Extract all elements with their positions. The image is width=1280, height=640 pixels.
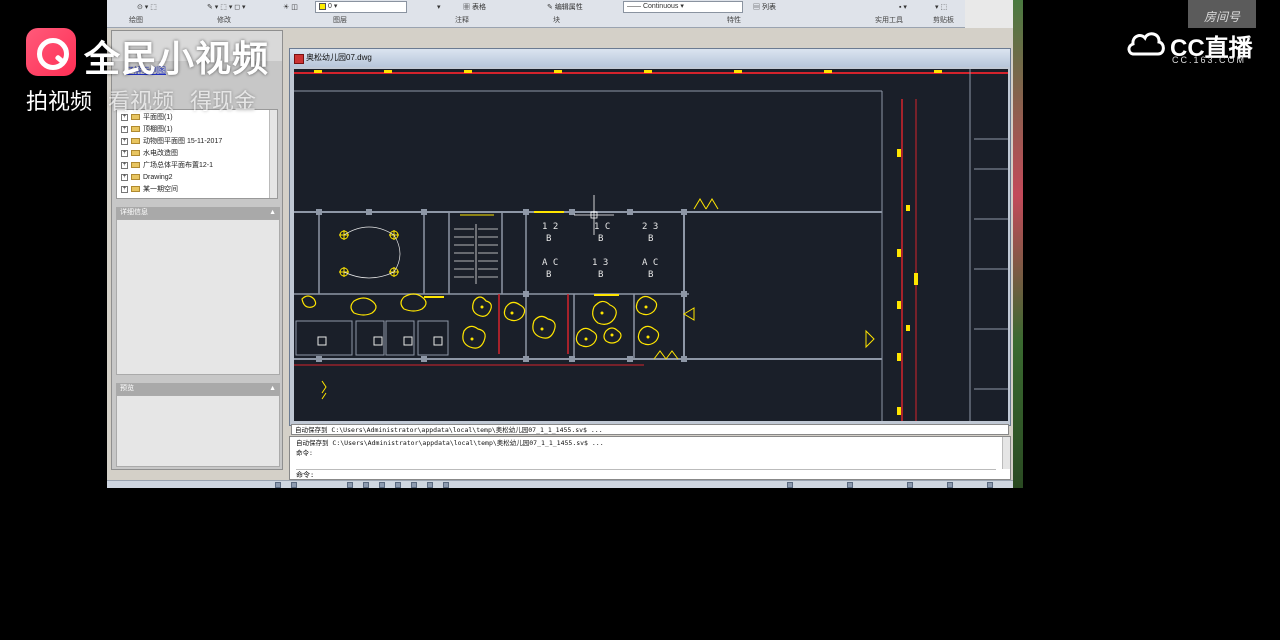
linetype-dropdown[interactable]: —— Continuous ▾ <box>623 1 743 13</box>
edit-attribute-button[interactable]: ✎ 编辑属性 <box>547 2 583 13</box>
tree-item[interactable]: + 广场总体平面布置12-1 <box>121 160 213 172</box>
svg-text:1 2: 1 2 <box>542 222 558 232</box>
ducs-icon[interactable] <box>411 482 417 488</box>
lineweight-icon[interactable] <box>443 482 449 488</box>
tree-item[interactable]: + 顶棚图(1) <box>121 124 173 136</box>
app-logo-icon <box>26 28 76 76</box>
tree-item[interactable]: + 动物图平面图 15-11-2017 <box>121 136 222 148</box>
svg-text:1 3: 1 3 <box>592 258 608 268</box>
preview-section-header[interactable]: 预览 ▲ <box>116 383 280 395</box>
svg-text:B: B <box>546 270 551 280</box>
command-history-line: 命令: <box>296 449 313 457</box>
drawing-canvas[interactable]: 1 2 1 C 2 3 B B B A C 1 3 A C B B B <box>294 69 1008 421</box>
workspace-icon[interactable] <box>907 482 913 488</box>
snap-icon[interactable] <box>275 482 281 488</box>
clipboard-icon[interactable]: ▾ ⬚ <box>935 2 947 13</box>
floor-plan-drawing: 1 2 1 C 2 3 B B B A C 1 3 A C B B B <box>294 69 1008 421</box>
preview-pane <box>116 395 280 467</box>
grid-icon[interactable] <box>291 482 297 488</box>
group-block: 块 <box>553 17 560 24</box>
desktop-edge <box>1013 0 1023 488</box>
svg-text:B: B <box>546 234 551 244</box>
app-watermark: 全民小视频 拍视频 看视频 得现金 <box>26 28 286 118</box>
layer-dropdown[interactable]: 0 ▾ <box>315 1 407 13</box>
osnap-icon[interactable] <box>379 482 385 488</box>
folder-icon <box>131 162 140 169</box>
slogan-item: 得现金 <box>190 89 257 114</box>
modify-tools-icon[interactable]: ✎ ▾ ⬚ ▾ ◻ ▾ <box>207 2 246 13</box>
group-draw: 绘图 <box>129 17 143 24</box>
status-bar <box>107 480 1023 488</box>
tree-item[interactable]: + Drawing2 <box>121 172 173 184</box>
slogan-item: 拍视频 <box>26 89 93 114</box>
tree-item[interactable]: + 某一期空间 <box>121 184 178 196</box>
group-layers: 图层 <box>333 17 347 24</box>
folder-icon <box>131 126 140 133</box>
list-label: 列表 <box>761 4 776 11</box>
polar-icon[interactable] <box>363 482 369 488</box>
tree-scrollbar[interactable] <box>269 110 277 198</box>
ortho-icon[interactable] <box>347 482 353 488</box>
detail-pane <box>116 219 280 375</box>
slogan-item: 看视频 <box>108 89 175 114</box>
drawing-title: 奥松幼儿园07.dwg <box>290 49 1010 67</box>
group-annotation: 注释 <box>455 17 469 24</box>
svg-text:B: B <box>598 270 603 280</box>
collapse-icon: ▲ <box>269 385 276 392</box>
group-properties: 特性 <box>727 17 741 24</box>
stream-domain-text: CC.163.COM <box>1172 55 1247 65</box>
command-history-line: 自动保存到 C:\Users\Administrator\appdata\loc… <box>291 424 1009 435</box>
folder-icon <box>131 174 140 181</box>
folder-tree: + 平面图(1) + 顶棚图(1) + 动物图平面图 15-11-2017 + 水电改造… <box>116 109 278 199</box>
brand-slogan: 拍视频 看视频 得现金 <box>26 84 272 116</box>
cloud-logo-icon <box>1127 32 1165 56</box>
model-icon[interactable] <box>787 482 793 488</box>
command-input[interactable]: 命令: <box>296 469 996 479</box>
utilities-icon[interactable]: ▪ ▾ <box>899 2 907 13</box>
tree-item[interactable]: + 水电改造图 <box>121 148 178 160</box>
otrack-icon[interactable] <box>395 482 401 488</box>
room-number-badge: 房间号 <box>1188 0 1256 28</box>
linetype-value: Continuous <box>642 3 679 10</box>
group-clipboard: 剪贴板 <box>933 17 954 24</box>
annotation-scale-icon[interactable] <box>847 482 853 488</box>
svg-text:1 C: 1 C <box>594 222 610 232</box>
command-history-line: 自动保存到 C:\Users\Administrator\appdata\loc… <box>296 439 604 447</box>
group-utilities: 实用工具 <box>875 17 903 24</box>
folder-icon <box>131 138 140 145</box>
svg-text:A C: A C <box>642 258 658 268</box>
layer-value: 0 <box>328 3 332 10</box>
edit-attribute-label: 编辑属性 <box>554 4 583 11</box>
list-button[interactable]: ▤ 列表 <box>753 2 776 13</box>
collapse-icon: ▲ <box>269 209 276 216</box>
drawing-window: 奥松幼儿园07.dwg 1 2 1 C 2 3 B B B A C 1 3 A … <box>289 48 1011 426</box>
svg-text:B: B <box>598 234 603 244</box>
table-label: 表格 <box>471 4 486 11</box>
svg-text:2 3: 2 3 <box>642 222 658 232</box>
svg-text:A C: A C <box>542 258 558 268</box>
folder-icon <box>131 150 140 157</box>
group-modify: 修改 <box>217 17 231 24</box>
layer-bulb-icon[interactable]: ☀ ◫ <box>283 2 298 13</box>
draw-tools-icon[interactable]: ⊙ ▾ ⬚ <box>137 2 157 13</box>
svg-text:B: B <box>648 234 653 244</box>
dyn-icon[interactable] <box>427 482 433 488</box>
svg-text:B: B <box>648 270 653 280</box>
command-scrollbar[interactable] <box>1002 437 1010 469</box>
stream-watermark: 房间号 CC直播 CC.163.COM <box>1126 0 1266 70</box>
table-button[interactable]: ▦ 表格 <box>463 2 486 13</box>
lock-icon[interactable] <box>947 482 953 488</box>
detail-section-header[interactable]: 详细信息 ▲ <box>116 207 280 219</box>
command-window: 自动保存到 C:\Users\Administrator\appdata\loc… <box>289 436 1011 480</box>
ribbon-toolbar: ⊙ ▾ ⬚ ✎ ▾ ⬚ ▾ ◻ ▾ ☀ ◫ 0 ▾ ▾ ▦ 表格 ✎ 编辑属性 … <box>107 0 1023 28</box>
annotate-dropdown[interactable]: ▾ <box>437 2 441 13</box>
fullscreen-icon[interactable] <box>987 482 993 488</box>
brand-title: 全民小视频 <box>84 38 270 79</box>
folder-icon <box>131 186 140 193</box>
